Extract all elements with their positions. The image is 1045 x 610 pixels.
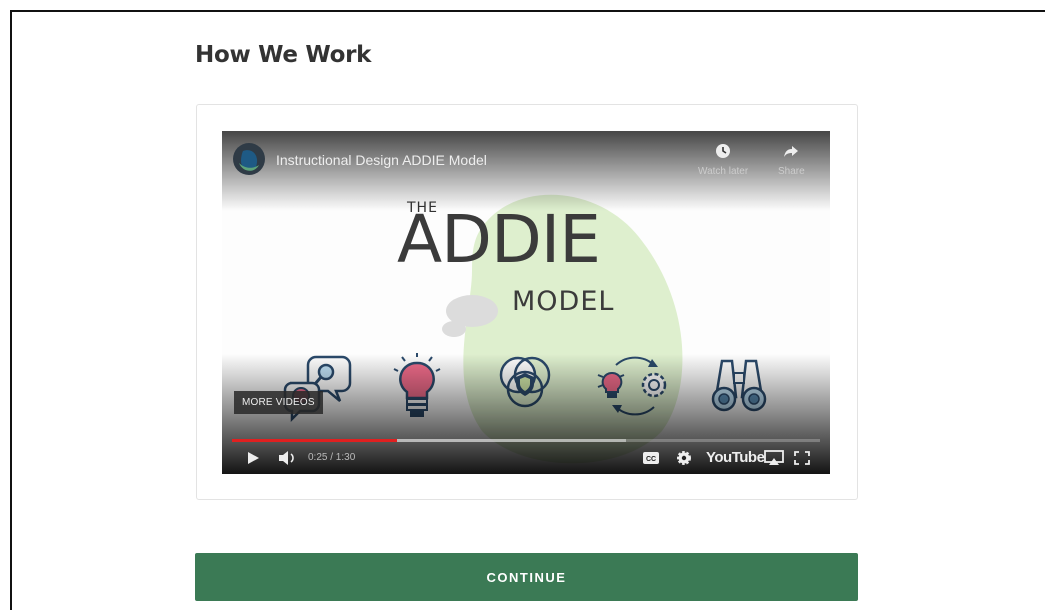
time-display: 0:25 / 1:30 xyxy=(308,452,356,463)
section-heading: How We Work xyxy=(195,42,372,68)
share-arrow-icon xyxy=(784,146,799,157)
progress-bar[interactable] xyxy=(232,439,820,442)
fullscreen-icon[interactable] xyxy=(794,451,810,465)
played-bar xyxy=(232,439,397,442)
channel-avatar[interactable] xyxy=(233,143,265,175)
settings-icon[interactable] xyxy=(676,450,692,466)
continue-button[interactable]: CONTINUE xyxy=(195,553,858,601)
youtube-logo[interactable]: YouTube xyxy=(706,449,765,466)
svg-text:CC: CC xyxy=(646,456,656,463)
captions-icon[interactable]: CC xyxy=(642,451,660,465)
share-button[interactable]: Share xyxy=(778,143,805,177)
channel-logo-icon xyxy=(234,144,264,174)
video-title[interactable]: Instructional Design ADDIE Model xyxy=(276,152,487,168)
control-bar: 0:25 / 1:30 CC YouTube xyxy=(222,448,830,470)
clock-icon xyxy=(716,144,731,158)
slide-text-model: MODEL xyxy=(512,286,615,317)
play-icon[interactable] xyxy=(246,451,260,465)
more-videos-button[interactable]: MORE VIDEOS xyxy=(234,391,323,414)
volume-icon[interactable] xyxy=(278,450,298,466)
slide-text-addie: ADDIE xyxy=(397,201,601,278)
video-player[interactable]: THE ADDIE MODEL xyxy=(222,131,830,474)
watch-later-label: Watch later xyxy=(698,166,749,177)
share-label: Share xyxy=(778,166,805,177)
watch-later-button[interactable]: Watch later xyxy=(698,143,748,177)
airplay-icon[interactable] xyxy=(764,450,784,466)
